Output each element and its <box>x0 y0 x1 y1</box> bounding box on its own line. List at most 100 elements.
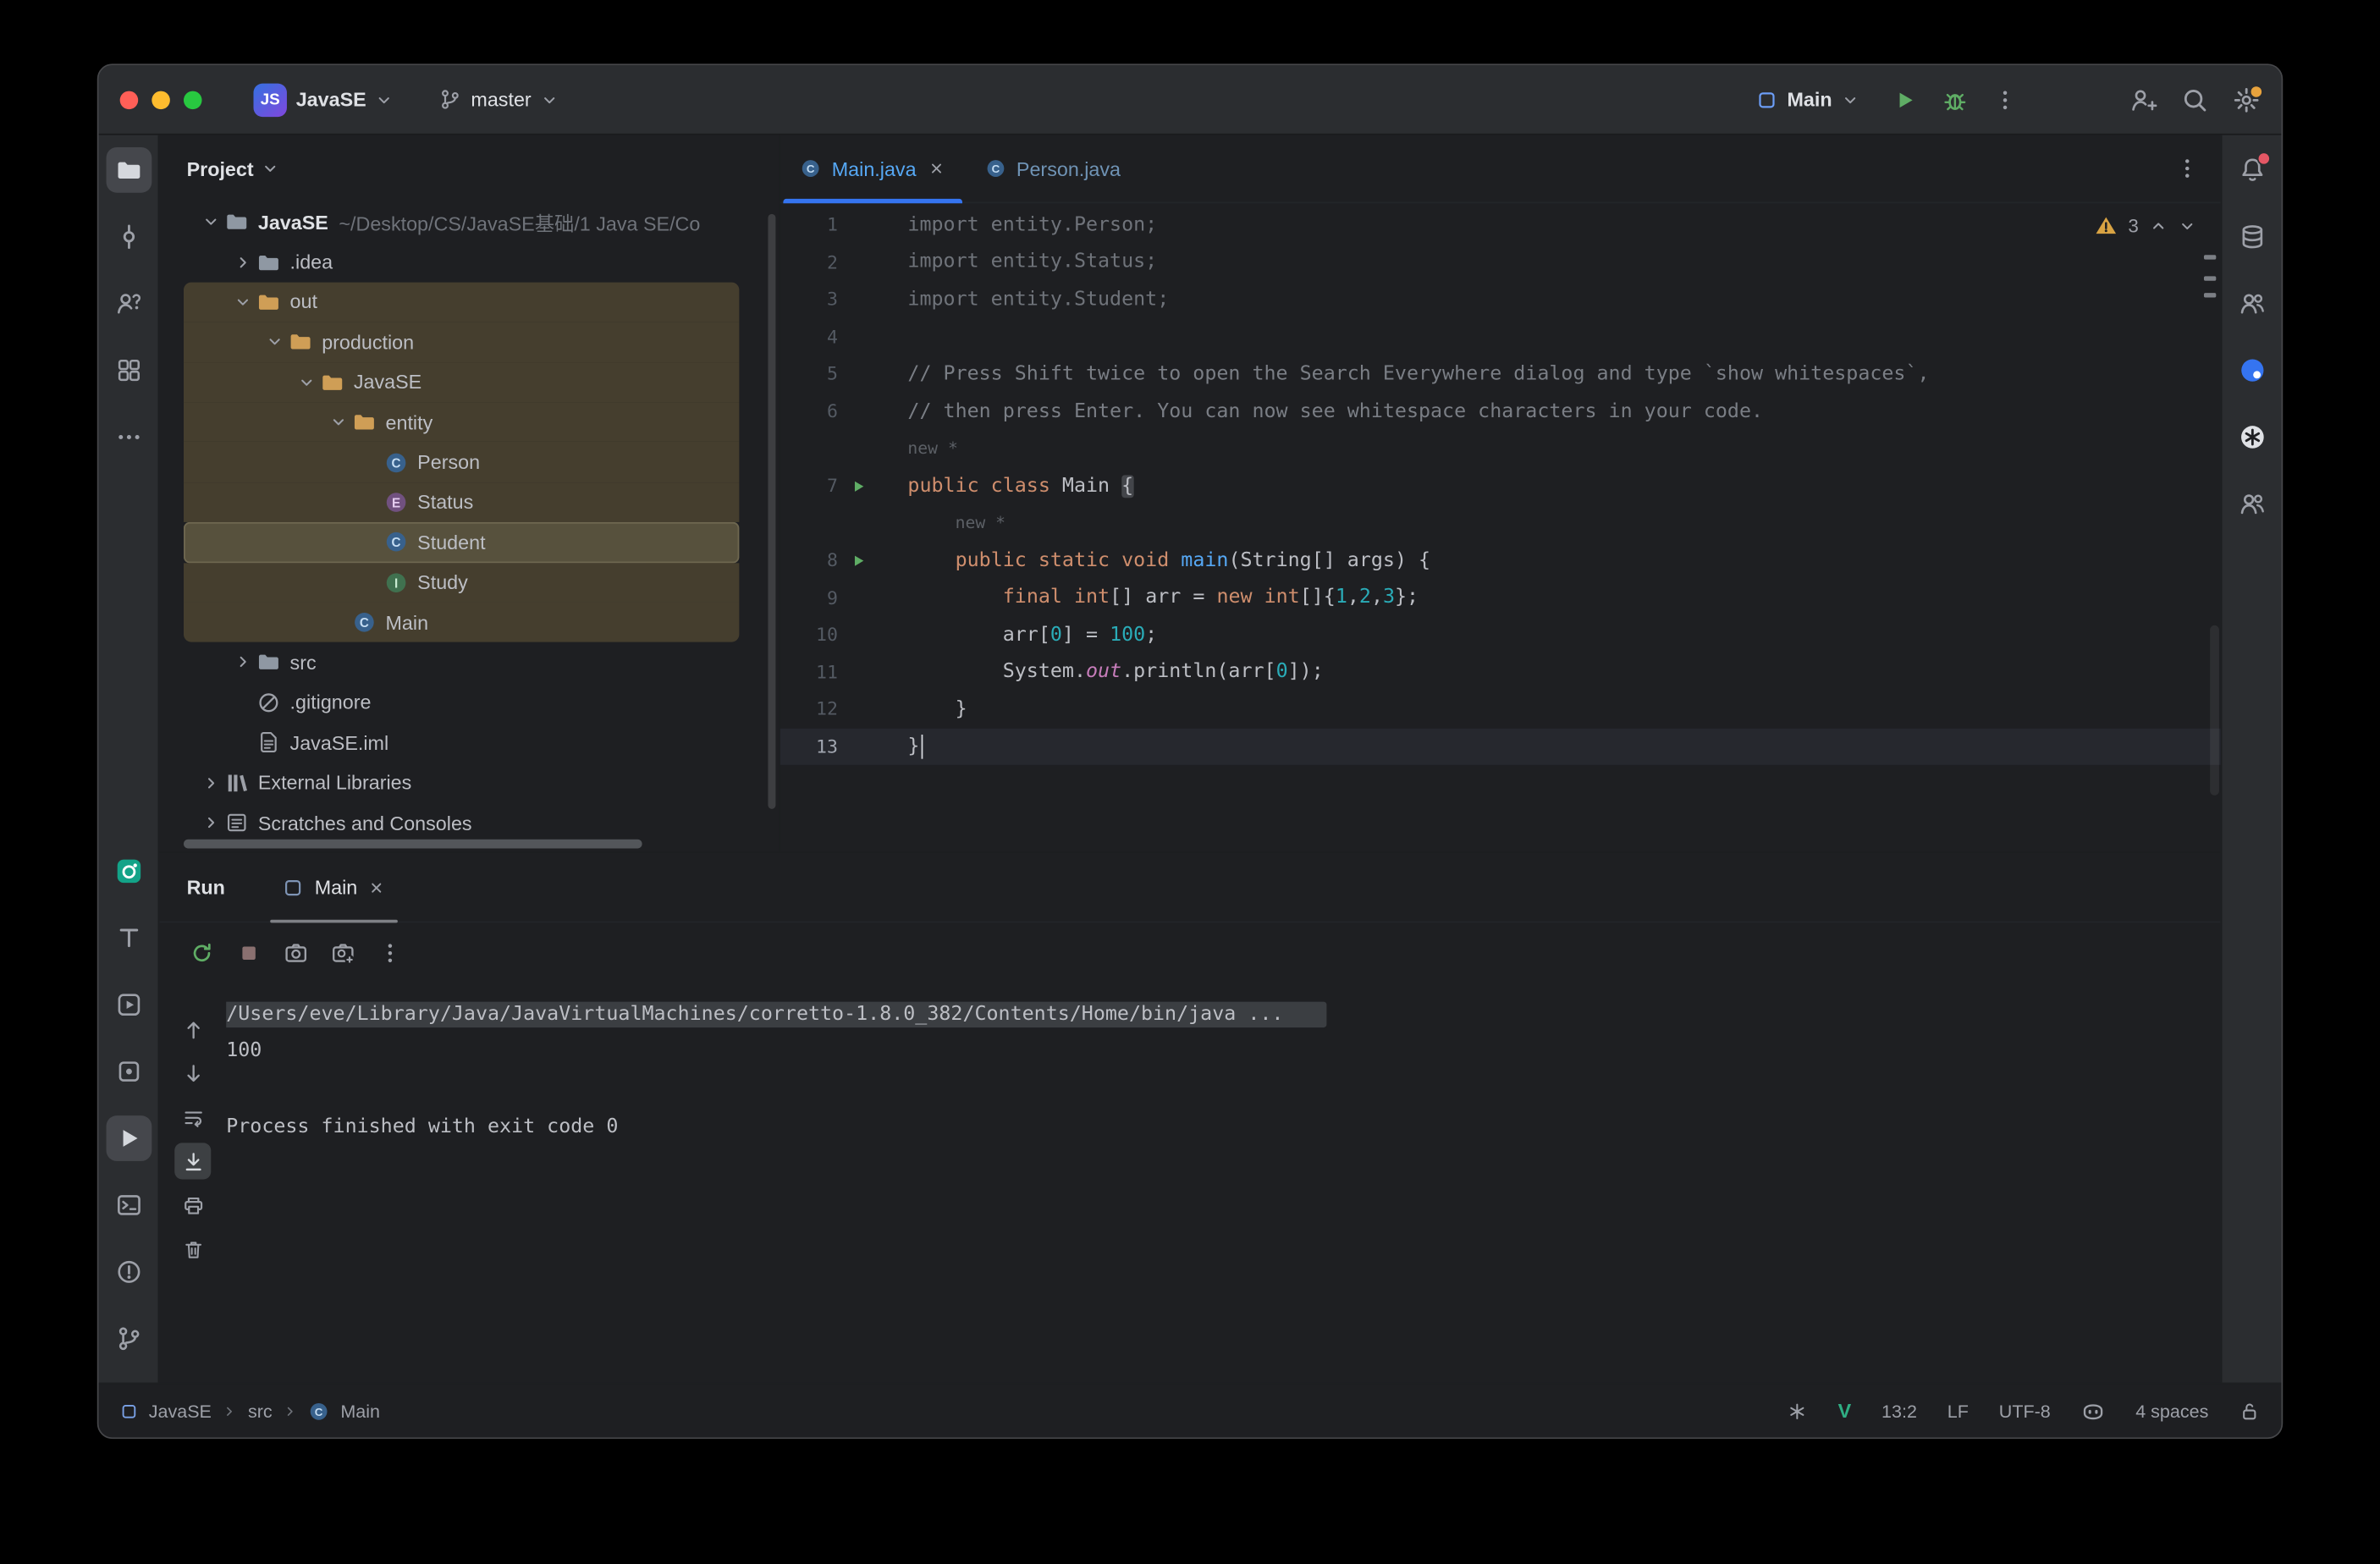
tree-item-gitignore[interactable]: .gitignore <box>184 682 739 722</box>
tool-window-button-terminal[interactable] <box>106 1182 152 1228</box>
zoom-window-button[interactable] <box>183 90 202 109</box>
more-options-button[interactable] <box>378 941 403 966</box>
chevron-right-icon[interactable] <box>234 253 252 272</box>
chevron-right-icon[interactable] <box>234 653 252 672</box>
scroll-to-end-button[interactable] <box>174 1143 212 1180</box>
chevron-down-icon[interactable] <box>297 373 316 392</box>
line-separator[interactable]: LF <box>1948 1400 1969 1421</box>
tree-item-src[interactable]: src <box>184 642 739 682</box>
tree-item-person[interactable]: C Person <box>183 442 740 482</box>
tool-window-button-chat[interactable] <box>2229 348 2275 394</box>
screenshot-button[interactable] <box>284 941 308 966</box>
next-problem-icon[interactable] <box>2178 217 2196 235</box>
clear-all-button[interactable] <box>174 1231 211 1267</box>
chevron-right-icon[interactable] <box>202 774 221 792</box>
run-tab-main[interactable]: Main <box>267 853 401 923</box>
minimize-window-button[interactable] <box>152 90 170 109</box>
settings-button[interactable] <box>2233 84 2263 113</box>
openai-status-icon[interactable] <box>1787 1400 1808 1421</box>
folder-icon <box>256 650 281 675</box>
chevron-down-icon[interactable] <box>329 413 348 432</box>
tool-window-button-notifications[interactable] <box>2229 147 2275 193</box>
tree-item-entity[interactable]: entity <box>183 402 740 443</box>
inspections-widget[interactable]: 3 <box>2095 214 2196 237</box>
tree-item-student[interactable]: C Student <box>183 522 740 563</box>
editor-scrollbar[interactable] <box>2210 625 2219 796</box>
caret-position[interactable]: 13:2 <box>1881 1400 1917 1421</box>
horizontal-scrollbar[interactable] <box>183 839 642 849</box>
breadcrumb-item-main[interactable]: Main <box>340 1400 380 1421</box>
indent-info[interactable]: 4 spaces <box>2135 1400 2208 1421</box>
chevron-right-icon[interactable] <box>202 813 221 832</box>
tree-item-status[interactable]: E Status <box>183 482 740 523</box>
soft-wrap-button[interactable] <box>174 1099 211 1135</box>
tree-item-javase[interactable]: JavaSE ~/Desktop/CS/JavaSE基础/1 Java SE/Co <box>184 202 739 242</box>
close-icon[interactable] <box>927 159 945 178</box>
code-editor[interactable]: 1 import entity.Person; 2 import entity.Sta… <box>780 203 2221 851</box>
editor-tab-main-java[interactable]: C Main.java <box>780 135 965 204</box>
screenshot-edit-button[interactable] <box>331 941 355 966</box>
tool-window-button-git[interactable] <box>106 1316 152 1362</box>
tool-window-button-collaboration-2[interactable] <box>2229 481 2275 526</box>
tool-window-button-ai-plugin[interactable] <box>106 848 152 894</box>
run-button[interactable] <box>1892 87 1917 112</box>
breadcrumb-item-javase[interactable]: JavaSE <box>149 1400 212 1421</box>
tree-item-main[interactable]: C Main <box>183 602 740 643</box>
chevron-down-icon <box>1841 91 1859 109</box>
tool-window-button-more-tools[interactable] <box>106 415 152 460</box>
project-widget[interactable]: JS JavaSE <box>245 77 403 123</box>
tool-window-button-openai[interactable] <box>2229 415 2275 460</box>
run-line-icon[interactable] <box>849 477 866 494</box>
tool-window-button-build[interactable] <box>106 1049 152 1094</box>
tree-item-study[interactable]: I Study <box>183 562 740 603</box>
more-actions-button[interactable] <box>1993 87 2018 112</box>
tool-window-button-collaboration[interactable] <box>106 281 152 327</box>
chevron-down-icon[interactable] <box>202 212 221 231</box>
editor-tab-person-java[interactable]: C Person.java <box>965 135 1140 202</box>
previous-problem-icon[interactable] <box>2149 217 2168 235</box>
close-window-button[interactable] <box>119 90 139 109</box>
tree-item-javase-iml[interactable]: JavaSE.iml <box>184 723 739 763</box>
run-line-icon[interactable] <box>849 552 866 569</box>
tool-window-button-run[interactable] <box>105 1115 152 1161</box>
branch-widget[interactable]: master <box>430 82 568 117</box>
vertical-scrollbar[interactable] <box>768 213 776 809</box>
tool-window-button-todo[interactable] <box>106 915 152 961</box>
run-console[interactable]: /Users/eve/Library/Java/JavaVirtualMachi… <box>226 983 2220 1383</box>
code-with-me-button[interactable] <box>2129 85 2157 113</box>
tree-item-out[interactable]: out <box>183 282 740 322</box>
tool-window-button-project[interactable] <box>105 146 152 193</box>
rerun-button[interactable] <box>190 941 214 966</box>
copilot-status-icon[interactable] <box>2081 1399 2106 1424</box>
tool-window-button-problems[interactable] <box>106 1249 152 1295</box>
tree-item-external-libraries[interactable]: External Libraries <box>184 763 739 802</box>
project-icon <box>114 157 141 184</box>
v-plugin-status-icon[interactable]: V <box>1838 1399 1852 1422</box>
tool-window-button-commit[interactable] <box>106 214 152 260</box>
tool-window-button-services[interactable] <box>106 982 152 1027</box>
scroll-up-button[interactable] <box>174 1011 211 1047</box>
svg-text:I: I <box>394 576 398 591</box>
module-icon <box>120 1402 139 1420</box>
tool-window-button-structure[interactable] <box>106 348 152 394</box>
tab-options-icon[interactable] <box>2175 157 2200 181</box>
scroll-down-button[interactable] <box>174 1055 211 1091</box>
debug-button[interactable] <box>1942 85 1969 113</box>
tree-item-scratches-and-consoles[interactable]: Scratches and Consoles <box>184 802 739 842</box>
tool-window-button-database[interactable] <box>2229 214 2275 260</box>
print-button[interactable] <box>174 1187 211 1223</box>
search-everywhere-button[interactable] <box>2181 85 2208 113</box>
close-icon[interactable] <box>368 878 387 896</box>
project-panel-header[interactable]: Project <box>159 135 779 202</box>
run-config-widget[interactable]: Main <box>1748 82 1869 117</box>
lock-icon[interactable] <box>2239 1400 2260 1421</box>
file-encoding[interactable]: UTF-8 <box>1999 1400 2051 1421</box>
tree-item-javase[interactable]: JavaSE <box>183 361 740 403</box>
breadcrumb-item-src[interactable]: src <box>248 1400 273 1421</box>
chevron-down-icon[interactable] <box>234 293 252 311</box>
tree-item-idea[interactable]: .idea <box>184 242 739 282</box>
chevron-down-icon[interactable] <box>266 333 284 351</box>
tree-item-production[interactable]: production <box>183 322 740 362</box>
tool-window-button-ai-assistant[interactable] <box>2229 281 2275 327</box>
stop-button[interactable] <box>237 941 262 966</box>
